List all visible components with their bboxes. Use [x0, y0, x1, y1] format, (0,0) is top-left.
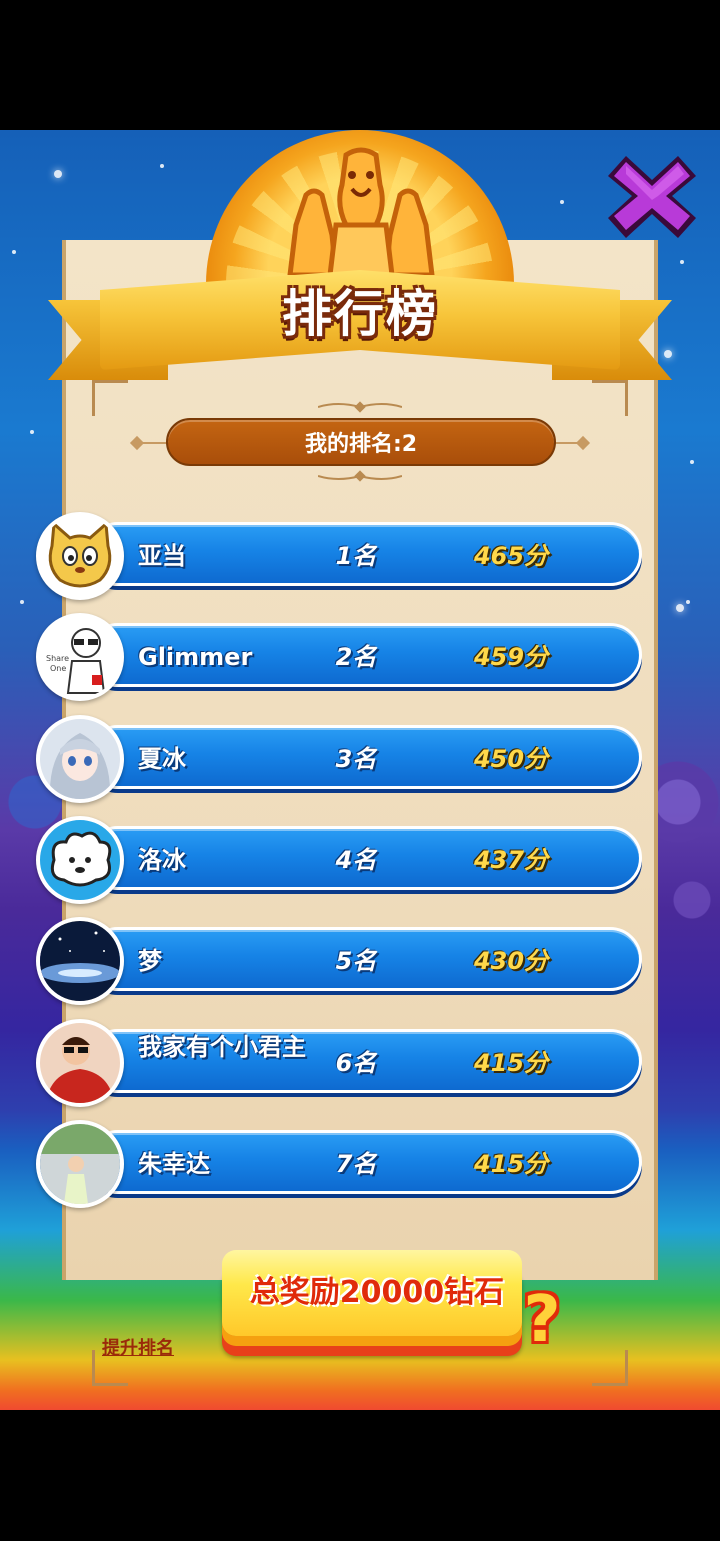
ranking-row-6[interactable]: 我家有个小君主 6名 415分: [36, 1019, 648, 1109]
player-rank: 4名: [335, 846, 377, 874]
night-sky-avatar-icon: [36, 917, 124, 1005]
player-score: 430分: [473, 947, 549, 975]
rank-ornament: [318, 470, 402, 482]
player-name: 夏冰: [138, 745, 186, 773]
svg-text:One: One: [50, 664, 66, 673]
player-name: 朱幸达: [138, 1150, 210, 1178]
cartoon-man-avatar-icon: [36, 1019, 124, 1107]
glasses-boy-avatar-icon: Share One: [36, 613, 124, 701]
close-button[interactable]: [604, 150, 700, 242]
my-rank-badge: 我的排名:2: [166, 418, 556, 466]
player-name: 我家有个小君主: [138, 1033, 306, 1061]
player-name: Glimmer: [138, 643, 253, 671]
player-name: 梦: [138, 947, 162, 975]
cat-avatar-icon: [36, 512, 124, 600]
player-score: 415分: [473, 1049, 549, 1077]
player-rank: 3名: [335, 745, 377, 773]
anime-girl-avatar-icon: [36, 715, 124, 803]
player-score: 465分: [473, 542, 549, 570]
close-icon: [608, 156, 696, 238]
player-rank: 2名: [335, 643, 377, 671]
cartoon-sheep-avatar-icon: [36, 816, 124, 904]
ranking-row-3[interactable]: 夏冰 3名 450分: [36, 715, 648, 805]
rank-ornament: [318, 401, 402, 413]
panel-corner-ornament: [92, 380, 128, 416]
child-photo-avatar-icon: [36, 1120, 124, 1208]
ranking-row-4[interactable]: 洛冰 4名 437分: [36, 816, 648, 906]
panel-corner-ornament: [592, 1350, 628, 1386]
trophy-hands-icon: [287, 147, 435, 275]
ranking-row-1[interactable]: 亚当 1名 465分: [36, 512, 648, 602]
player-rank: 1名: [335, 542, 377, 570]
swirl-decoration: [650, 690, 720, 970]
panel-corner-ornament: [592, 380, 628, 416]
ranking-row-5[interactable]: 梦 5名 430分: [36, 917, 648, 1007]
player-rank: 7名: [335, 1150, 377, 1178]
player-name: 亚当: [138, 542, 186, 570]
reward-button-label: 总奖励20000钻石: [249, 1275, 505, 1310]
player-rank: 6名: [335, 1049, 377, 1077]
player-score: 450分: [473, 745, 549, 773]
question-mark-icon[interactable]: ?: [510, 1284, 574, 1356]
ranking-row-7[interactable]: 朱幸达 7名 415分: [36, 1120, 648, 1210]
ranking-row-2[interactable]: Share One Glimmer 2名 459分: [36, 613, 648, 703]
player-name: 洛冰: [138, 846, 186, 874]
player-rank: 5名: [335, 947, 377, 975]
page-title: 排行榜: [282, 285, 438, 343]
player-score: 415分: [473, 1150, 549, 1178]
player-score: 459分: [473, 643, 549, 671]
svg-text:Share: Share: [46, 654, 69, 663]
player-score: 437分: [473, 846, 549, 874]
total-reward-button[interactable]: 总奖励20000钻石: [210, 1250, 534, 1370]
boost-rank-link[interactable]: 提升排名: [102, 1334, 174, 1360]
